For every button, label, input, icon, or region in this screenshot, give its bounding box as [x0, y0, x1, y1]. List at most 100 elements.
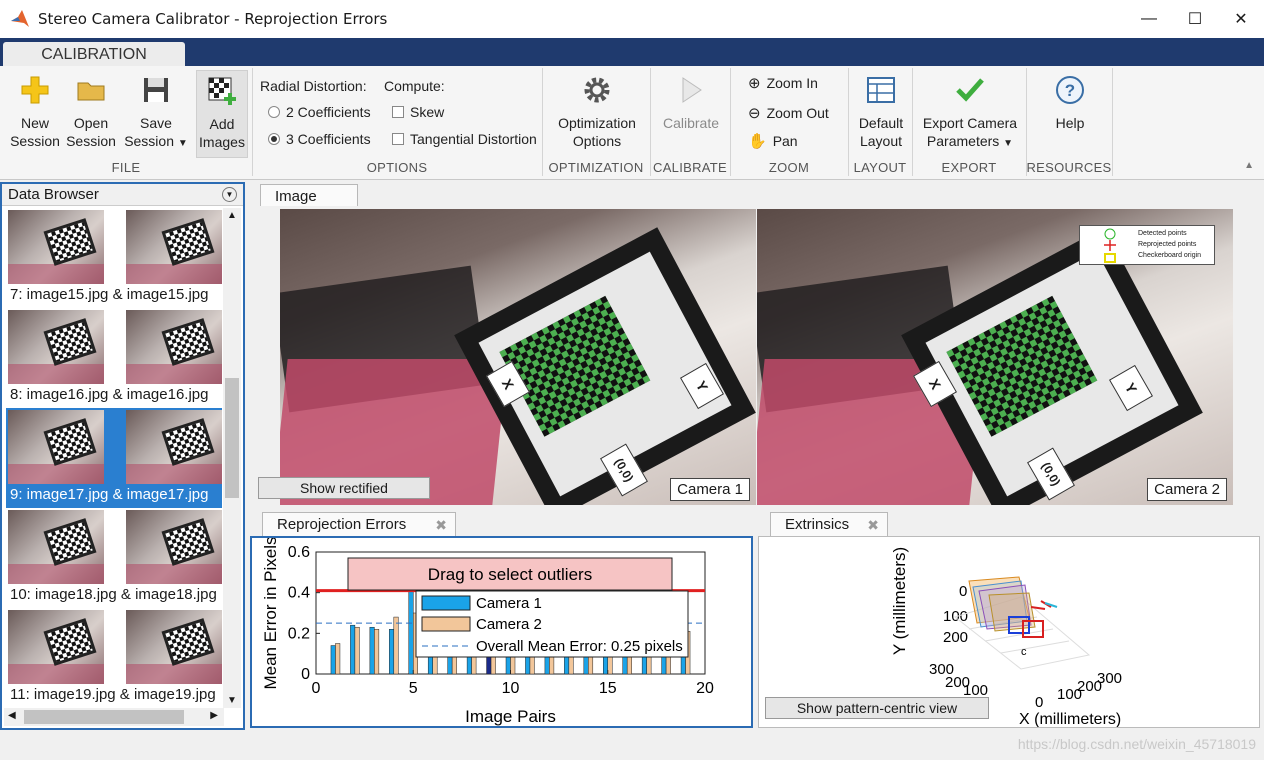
- list-item-label: 10: image18.jpg & image18.jpg: [10, 586, 217, 603]
- extrinsics-panel: Y (millimeters) X (millimeters) 0 100 20…: [758, 536, 1260, 728]
- new-session-label-1: New: [20, 115, 49, 131]
- help-label: Help: [1055, 115, 1085, 131]
- radial-distortion-label: Radial Distortion:: [260, 78, 367, 94]
- open-session-button[interactable]: Open Session: [64, 74, 118, 150]
- calibrate-button[interactable]: Calibrate: [658, 74, 724, 132]
- pan-button[interactable]: ✋ Pan: [748, 132, 798, 150]
- close-tab-icon[interactable]: ✖: [435, 513, 447, 537]
- help-button[interactable]: ? Help: [1040, 74, 1100, 132]
- camera-label: c: [1021, 646, 1027, 658]
- svg-text:?: ?: [1065, 81, 1075, 100]
- image-panel: X Y (0,0) Camera 1 X Y (0,0) Detected po…: [250, 206, 1260, 508]
- collapse-ribbon-icon[interactable]: ▲: [1244, 160, 1254, 171]
- x-tick-label: 10: [502, 680, 520, 697]
- scroll-right-icon[interactable]: ▶: [210, 710, 218, 721]
- add-images-button[interactable]: Add Images: [196, 70, 248, 158]
- default-layout-label-1: Default: [858, 115, 904, 131]
- ribbon-tab-bar: CALIBRATION: [0, 38, 1264, 67]
- radio-2-coefficients[interactable]: 2 Coefficients: [268, 104, 371, 120]
- reprojection-errors-panel: 0 5 10 15 20 0 0.2 0.4 0.6 Image Pairs Mean Error …: [250, 536, 753, 728]
- x-tick-label: 15: [599, 680, 617, 697]
- thumbnail-image: [8, 610, 104, 684]
- section-optimization-label: OPTIMIZATION: [548, 160, 644, 175]
- scrollbar-thumb[interactable]: [24, 710, 184, 724]
- open-session-label-2: Session: [66, 133, 116, 149]
- close-tab-icon[interactable]: ✖: [867, 513, 879, 537]
- close-button[interactable]: ✕: [1218, 0, 1264, 38]
- radio-button[interactable]: [268, 106, 280, 118]
- y-tick-label: 0.6: [288, 544, 310, 561]
- optimization-options-button[interactable]: Optimization Options: [552, 74, 642, 150]
- hand-icon: ✋: [748, 133, 767, 150]
- scroll-left-icon[interactable]: ◀: [8, 710, 16, 721]
- save-session-button[interactable]: Save Session ▼: [120, 74, 192, 153]
- camera1-image: X Y (0,0) Camera 1: [280, 209, 756, 505]
- vertical-scrollbar[interactable]: ▲ ▼: [223, 208, 241, 708]
- tab-calibration[interactable]: CALIBRATION: [3, 42, 185, 67]
- camera2-image: X Y (0,0) Detected points Reprojected po…: [757, 209, 1233, 505]
- drag-to-select-label: Drag to select outliers: [428, 565, 592, 584]
- legend-reprojected: Reprojected points: [1138, 241, 1197, 248]
- minimize-button[interactable]: —: [1126, 0, 1172, 38]
- section-calibrate-label: CALIBRATE: [653, 160, 727, 175]
- default-layout-label-2: Layout: [859, 133, 903, 149]
- window-title: Stereo Camera Calibrator - Reprojection …: [38, 10, 388, 28]
- legend-mean-label: Overall Mean Error: 0.25 pixels: [476, 638, 683, 655]
- legend-label: Camera 2: [476, 616, 542, 633]
- section-file-label: FILE: [111, 160, 141, 175]
- show-pattern-centric-view-button[interactable]: Show pattern-centric view: [765, 697, 989, 719]
- zoom-in-button[interactable]: ⊕ Zoom In: [748, 74, 818, 92]
- scroll-up-icon[interactable]: ▲: [227, 210, 237, 221]
- reprojection-errors-chart[interactable]: 0 5 10 15 20 0 0.2 0.4 0.6 Image Pairs Mean Error …: [252, 536, 751, 726]
- zoom-out-button[interactable]: ⊖ Zoom Out: [748, 104, 829, 122]
- scroll-down-icon[interactable]: ▼: [227, 695, 237, 706]
- calibration-patterns: [968, 576, 1036, 632]
- list-item[interactable]: 8: image16.jpg & image16.jpg: [6, 308, 222, 408]
- legend-symbols-icon: [1104, 228, 1116, 263]
- folder-icon: [77, 82, 105, 101]
- list-item[interactable]: 11: image19.jpg & image19.jpg: [6, 608, 222, 708]
- plus-icon: [21, 76, 49, 104]
- legend-swatch: [421, 616, 471, 632]
- section-resources-label: RESOURCES: [1026, 160, 1112, 175]
- checkbox[interactable]: [392, 133, 404, 145]
- bar-camera2: [393, 616, 399, 675]
- thumbnail-image: [126, 410, 222, 484]
- chevron-down-icon[interactable]: ▼: [222, 187, 237, 202]
- title-bar: Stereo Camera Calibrator - Reprojection …: [0, 0, 1264, 38]
- tab-reprojection-errors[interactable]: Reprojection Errors ✖: [262, 512, 456, 538]
- bar-camera1: [330, 645, 336, 675]
- default-layout-button[interactable]: Default Layout: [854, 74, 908, 150]
- tangential-checkbox[interactable]: Tangential Distortion: [392, 131, 537, 147]
- horizontal-scrollbar[interactable]: ◀ ▶: [4, 708, 224, 726]
- thumbnail-image: [8, 410, 104, 484]
- legend-label: Camera 1: [476, 595, 542, 612]
- camera1-label: Camera 1: [670, 478, 750, 501]
- tab-extrinsics[interactable]: Extrinsics ✖: [770, 512, 888, 538]
- section-options-label: OPTIONS: [366, 160, 428, 175]
- export-camera-parameters-button[interactable]: Export Camera Parameters ▼: [918, 74, 1022, 153]
- save-session-label-2: Session ▼: [124, 133, 188, 149]
- x-axis-label: Image Pairs: [465, 707, 556, 726]
- x-tick: 300: [1097, 670, 1122, 687]
- checkbox[interactable]: [392, 106, 404, 118]
- export-label-1: Export Camera: [922, 115, 1018, 131]
- bar-camera2: [354, 626, 360, 675]
- play-icon: [682, 77, 702, 103]
- maximize-button[interactable]: ☐: [1172, 0, 1218, 38]
- show-rectified-button[interactable]: Show rectified: [258, 477, 430, 499]
- radio-3-coefficients[interactable]: 3 Coefficients: [268, 131, 371, 147]
- scrollbar-thumb[interactable]: [225, 378, 239, 498]
- section-layout-label: LAYOUT: [853, 160, 907, 175]
- chevron-down-icon: ▼: [1003, 138, 1014, 149]
- list-item[interactable]: 10: image18.jpg & image18.jpg: [6, 508, 222, 608]
- list-item[interactable]: 7: image15.jpg & image15.jpg: [6, 208, 222, 308]
- list-item[interactable]: 9: image17.jpg & image17.jpg: [6, 408, 222, 508]
- skew-checkbox[interactable]: Skew: [392, 104, 444, 120]
- x-tick-label: 5: [409, 680, 418, 697]
- radio-button-selected[interactable]: [268, 133, 280, 145]
- y-tick-label: 0.2: [288, 625, 310, 642]
- optimization-label-1: Optimization: [558, 115, 636, 131]
- list-item-label: 8: image16.jpg & image16.jpg: [10, 386, 209, 403]
- new-session-button[interactable]: New Session: [8, 74, 62, 150]
